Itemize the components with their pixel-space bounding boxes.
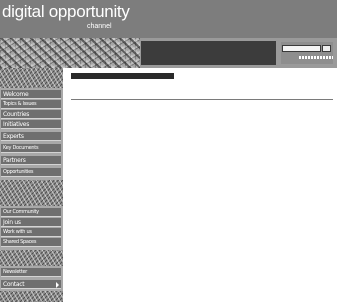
article-paragraph — [71, 252, 333, 300]
sidebar-item-label: Contact — [3, 281, 25, 288]
site-header: digital opportunity channel — [0, 0, 337, 38]
search-input[interactable] — [282, 45, 321, 52]
sidebar-item-label: Partners — [3, 157, 26, 164]
search-box — [281, 42, 333, 64]
sidebar-item-label: Opportunities — [3, 169, 34, 175]
sidebar-item-label: Join us — [3, 219, 21, 226]
banner-image — [0, 38, 140, 68]
sidebar-item-topics[interactable]: Topics & Issues — [1, 100, 61, 109]
site-subtitle: channel — [87, 23, 112, 30]
sidebar-item-label: Shared Spaces — [3, 239, 37, 245]
sidebar-item-experts[interactable]: Experts — [1, 132, 61, 141]
sidebar-image — [0, 291, 63, 302]
breadcrumb[interactable] — [71, 73, 174, 79]
sidebar-item-label: Experts — [3, 133, 24, 140]
sidebar-item-work[interactable]: Work with us — [1, 228, 61, 237]
sidebar-item-shared-spaces[interactable]: Shared Spaces — [1, 238, 61, 247]
sidebar-item-label: Newsletter — [3, 269, 28, 275]
sidebar-item-join[interactable]: Join us — [1, 218, 61, 227]
sidebar-item-welcome[interactable]: Welcome — [1, 90, 61, 99]
sidebar-item-partners[interactable]: Partners — [1, 156, 61, 165]
sidebar-image — [0, 68, 63, 88]
article-paragraph — [71, 126, 333, 166]
sidebar-image — [0, 180, 63, 206]
sidebar-item-contact[interactable]: Contact — [1, 280, 61, 289]
sidebar: Welcome Topics & Issues Countries Initia… — [0, 68, 63, 302]
main-content — [66, 68, 337, 302]
banner-dark-panel — [141, 41, 276, 65]
sidebar-item-key-documents[interactable]: Key Documents — [1, 144, 61, 153]
site-title[interactable]: digital opportunity — [2, 3, 130, 20]
sidebar-image — [0, 250, 63, 266]
divider — [71, 99, 333, 100]
page: digital opportunity channel Welcome Topi… — [0, 0, 337, 302]
banner — [0, 38, 337, 68]
sidebar-item-community[interactable]: Our Community — [1, 208, 61, 217]
sidebar-item-opportunities[interactable]: Opportunities — [1, 168, 61, 177]
search-button[interactable] — [322, 45, 331, 52]
sidebar-item-label: Initiatives — [3, 121, 30, 128]
sidebar-item-initiatives[interactable]: Initiatives — [1, 120, 61, 129]
search-caption — [299, 56, 333, 59]
sidebar-item-countries[interactable]: Countries — [1, 110, 61, 119]
sidebar-item-label: Our Community — [3, 209, 39, 215]
sidebar-item-label: Work with us — [3, 229, 32, 235]
sidebar-item-label: Topics & Issues — [3, 101, 37, 107]
sidebar-item-newsletter[interactable]: Newsletter — [1, 268, 61, 277]
sidebar-item-label: Countries — [3, 111, 30, 118]
article-paragraph — [71, 170, 333, 210]
sidebar-item-label: Key Documents — [3, 145, 39, 151]
article-paragraph — [71, 214, 333, 248]
chevron-right-icon — [56, 282, 59, 288]
sidebar-item-label: Welcome — [3, 91, 29, 98]
